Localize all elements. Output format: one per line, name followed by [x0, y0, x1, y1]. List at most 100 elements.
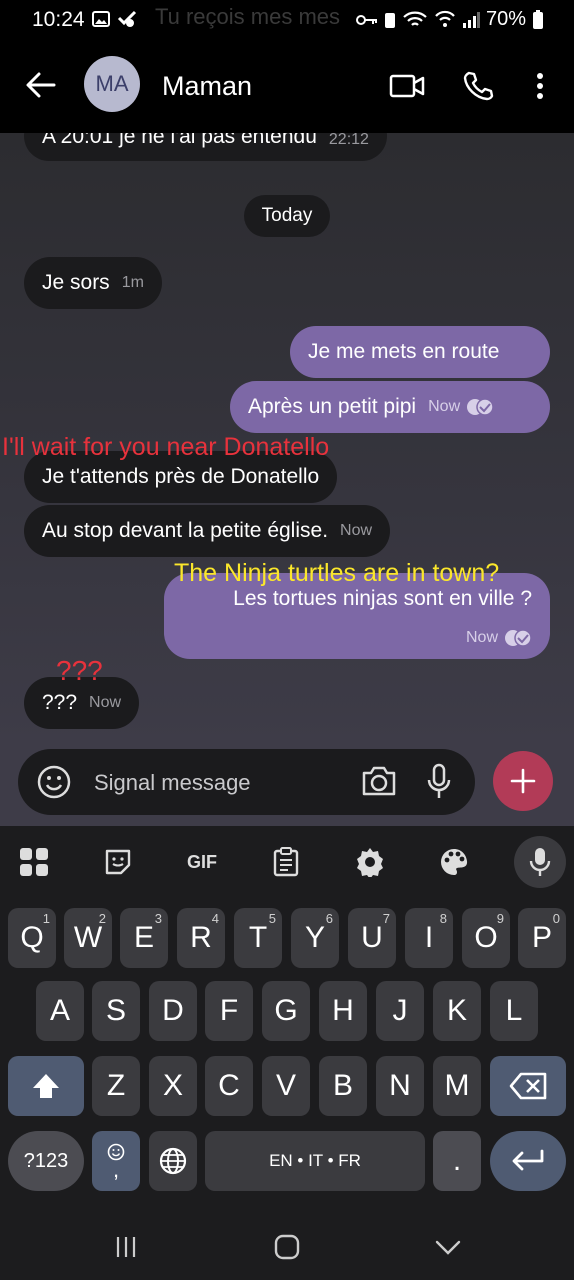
key-o[interactable]: O9 [462, 908, 510, 968]
key-m[interactable]: M [433, 1056, 481, 1116]
message-text: Je t'attends près de Donatello [42, 465, 320, 488]
camera-button[interactable] [360, 764, 398, 803]
message-time: 22:12 [328, 133, 369, 148]
key-b[interactable]: B [319, 1056, 367, 1116]
keyboard-apps-button[interactable] [14, 842, 54, 882]
enter-key[interactable] [490, 1131, 566, 1191]
battery-percent: 70% [485, 8, 526, 30]
back-button[interactable] [24, 68, 58, 102]
keyboard-settings-button[interactable] [350, 842, 390, 882]
language-key[interactable] [149, 1131, 197, 1191]
comma-label: , [112, 1157, 120, 1182]
read-receipt-icon [505, 629, 532, 647]
emoji-comma-key[interactable]: , [92, 1131, 140, 1191]
status-time: 10:24 [32, 8, 85, 31]
keyboard-voice-input-button[interactable] [514, 836, 566, 888]
key-k[interactable]: K [433, 981, 481, 1041]
voice-call-button[interactable] [458, 66, 498, 106]
key-w[interactable]: W2 [64, 908, 112, 968]
message-time: Now [465, 629, 498, 646]
key-s[interactable]: S [92, 981, 140, 1041]
overflow-menu-button[interactable] [520, 66, 560, 106]
key-x[interactable]: X [149, 1056, 197, 1116]
hide-keyboard-button[interactable] [428, 1230, 468, 1264]
message-meta: Now [454, 629, 532, 647]
key-u[interactable]: U7 [348, 908, 396, 968]
image-notification-icon [92, 11, 110, 27]
key-j[interactable]: J [376, 981, 424, 1041]
key-n[interactable]: N [376, 1056, 424, 1116]
chevron-down-icon [435, 1240, 461, 1255]
message-list[interactable]: A 20:01 je ne l'ai pas entendu 22:12 Tod… [0, 133, 574, 748]
space-key[interactable]: EN • IT • FR [205, 1131, 425, 1191]
message-text: Après un petit pipi [248, 395, 417, 418]
wifi-icon [403, 11, 427, 26]
contact-name[interactable]: Maman [162, 71, 252, 102]
microphone-icon [427, 763, 451, 798]
cell-signal-icon [462, 11, 480, 28]
recents-icon [116, 1237, 136, 1257]
key-q[interactable]: Q1 [8, 908, 56, 968]
backspace-key[interactable] [490, 1056, 566, 1116]
message-bubble-outgoing[interactable]: Après un petit pipi Now [230, 381, 550, 433]
period-key[interactable]: . [433, 1131, 481, 1191]
attach-button[interactable] [493, 751, 553, 811]
key-f[interactable]: F [205, 981, 253, 1041]
avatar[interactable]: MA [84, 56, 140, 112]
key-r[interactable]: R4 [177, 908, 225, 968]
gif-label: GIF [187, 851, 217, 872]
key-v[interactable]: V [262, 1056, 310, 1116]
clipboard-icon [273, 847, 299, 877]
on-screen-keyboard: GIF Q1 W2 E3 R4 T5 Y6 U7 I8 O9 P0 A S D … [0, 826, 574, 1214]
palette-icon [441, 849, 468, 875]
key-c[interactable]: C [205, 1056, 253, 1116]
more-vertical-icon [537, 73, 543, 99]
message-text: Les tortues ninjas sont en ville ? [233, 587, 532, 610]
key-p[interactable]: P0 [518, 908, 566, 968]
key-l[interactable]: L [490, 981, 538, 1041]
key-d[interactable]: D [149, 981, 197, 1041]
voice-note-button[interactable] [426, 763, 452, 806]
camera-icon [362, 766, 396, 796]
key-g[interactable]: G [262, 981, 310, 1041]
smiley-icon [37, 765, 71, 799]
message-text: ??? [42, 691, 78, 714]
phone-icon [463, 71, 494, 101]
key-t[interactable]: T5 [234, 908, 282, 968]
recents-button[interactable] [106, 1230, 146, 1264]
notification-ghost-text: Tu reçois mes mes [155, 4, 341, 29]
system-navigation-bar [0, 1214, 574, 1280]
read-receipt-icon [467, 398, 494, 416]
battery-saver-icon [384, 12, 395, 28]
symbols-key[interactable]: ?123 [8, 1131, 84, 1191]
translation-overlay: ??? [56, 655, 103, 686]
home-button[interactable] [267, 1230, 307, 1264]
theme-button[interactable] [434, 842, 474, 882]
key-i[interactable]: I8 [405, 908, 453, 968]
emoji-button[interactable] [36, 764, 72, 805]
sticker-icon [105, 849, 131, 875]
status-bar: 10:24 Tu reçois mes mes 70% [0, 0, 574, 38]
globe-icon [159, 1147, 187, 1175]
message-bubble-incoming[interactable]: A 20:01 je ne l'ai pas entendu 22:12 [24, 133, 387, 161]
clipboard-button[interactable] [266, 842, 306, 882]
message-composer[interactable]: Signal message [18, 749, 475, 815]
shift-key[interactable] [8, 1056, 84, 1116]
sticker-button[interactable] [98, 842, 138, 882]
message-bubble-incoming[interactable]: Je sors 1m [24, 257, 162, 309]
key-h[interactable]: H [319, 981, 367, 1041]
message-bubble-incoming[interactable]: Au stop devant la petite église. Now [24, 505, 391, 557]
key-e[interactable]: E3 [120, 908, 168, 968]
key-y[interactable]: Y6 [291, 908, 339, 968]
backspace-icon [509, 1072, 547, 1100]
message-bubble-outgoing[interactable]: Je me mets en route [290, 326, 550, 378]
message-time: Now [340, 522, 373, 539]
video-call-button[interactable] [387, 66, 427, 106]
message-input[interactable]: Signal message [94, 770, 251, 796]
message-time: Now [428, 398, 461, 415]
message-text: Je me mets en route [308, 340, 500, 363]
translation-overlay: The Ninja turtles are in town? [174, 559, 500, 587]
key-a[interactable]: A [36, 981, 84, 1041]
gif-button[interactable]: GIF [182, 842, 222, 882]
key-z[interactable]: Z [92, 1056, 140, 1116]
